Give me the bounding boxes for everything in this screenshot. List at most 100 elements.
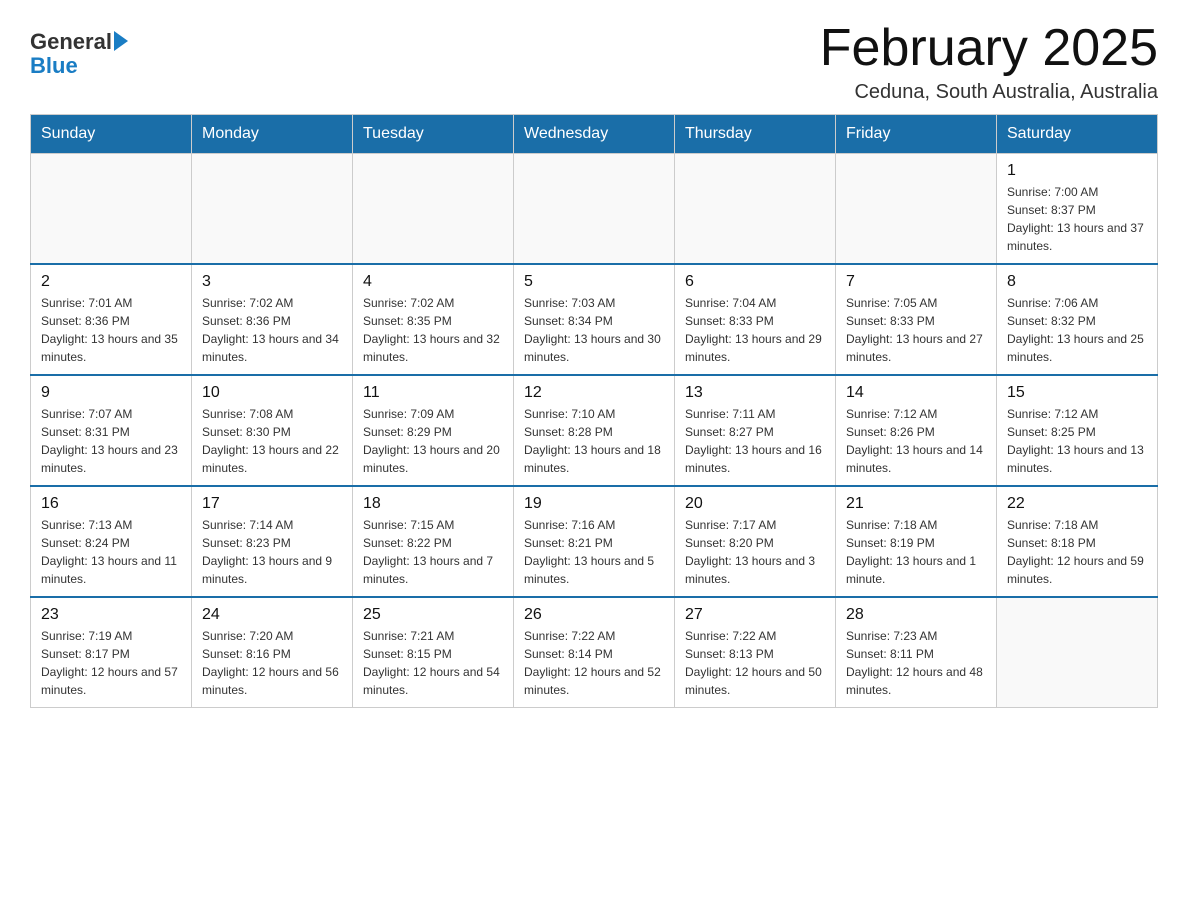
- day-cell: 4 Sunrise: 7:02 AMSunset: 8:35 PMDaylight…: [353, 264, 514, 375]
- day-info: Sunrise: 7:20 AMSunset: 8:16 PMDaylight:…: [202, 627, 342, 699]
- day-info: Sunrise: 7:00 AMSunset: 8:37 PMDaylight:…: [1007, 183, 1147, 255]
- calendar-title: February 2025: [820, 20, 1158, 77]
- day-cell: [997, 597, 1158, 708]
- header-wednesday: Wednesday: [514, 115, 675, 154]
- day-cell: 9Sunrise: 7:07 AMSunset: 8:31 PMDaylight…: [31, 375, 192, 486]
- day-cell: 17Sunrise: 7:14 AMSunset: 8:23 PMDayligh…: [192, 486, 353, 597]
- day-number: 6: [685, 273, 825, 291]
- day-cell: 22 Sunrise: 7:18 AMSunset: 8:18 PMDayligh…: [997, 486, 1158, 597]
- day-number: 2: [41, 273, 181, 291]
- day-number: 11: [363, 384, 503, 402]
- day-info: Sunrise: 7:12 AMSunset: 8:25 PMDaylight:…: [1007, 405, 1147, 477]
- day-number: 19: [524, 495, 664, 513]
- day-number: 24: [202, 606, 342, 624]
- day-cell: 16 Sunrise: 7:13 AMSunset: 8:24 PMDayligh…: [31, 486, 192, 597]
- day-number: 26: [524, 606, 664, 624]
- day-info: Sunrise: 7:15 AMSunset: 8:22 PMDaylight:…: [363, 516, 503, 588]
- day-cell: [192, 154, 353, 265]
- day-info: Sunrise: 7:22 AMSunset: 8:13 PMDaylight:…: [685, 627, 825, 699]
- day-number: 21: [846, 495, 986, 513]
- day-cell: 13 Sunrise: 7:11 AMSunset: 8:27 PMDayligh…: [675, 375, 836, 486]
- page-header: General Blue February 2025 Ceduna, South…: [30, 20, 1158, 104]
- day-info: Sunrise: 7:16 AMSunset: 8:21 PMDaylight:…: [524, 516, 664, 588]
- week-row-1: 1Sunrise: 7:00 AMSunset: 8:37 PMDaylight…: [31, 154, 1158, 265]
- day-cell: 24 Sunrise: 7:20 AMSunset: 8:16 PMDayligh…: [192, 597, 353, 708]
- logo-text-blue: Blue: [30, 53, 78, 78]
- header-saturday: Saturday: [997, 115, 1158, 154]
- week-row-5: 23 Sunrise: 7:19 AMSunset: 8:17 PMDayligh…: [31, 597, 1158, 708]
- day-info: Sunrise: 7:17 AMSunset: 8:20 PMDaylight:…: [685, 516, 825, 588]
- day-info: Sunrise: 7:09 AMSunset: 8:29 PMDaylight:…: [363, 405, 503, 477]
- header-friday: Friday: [836, 115, 997, 154]
- day-cell: 7Sunrise: 7:05 AMSunset: 8:33 PMDaylight…: [836, 264, 997, 375]
- day-cell: 15 Sunrise: 7:12 AMSunset: 8:25 PMDayligh…: [997, 375, 1158, 486]
- day-info: Sunrise: 7:18 AMSunset: 8:19 PMDaylight:…: [846, 516, 986, 588]
- day-cell: [31, 154, 192, 265]
- day-number: 16: [41, 495, 181, 513]
- day-number: 4: [363, 273, 503, 291]
- day-info: Sunrise: 7:02 AMSunset: 8:35 PMDaylight:…: [363, 294, 503, 366]
- day-cell: [675, 154, 836, 265]
- day-cell: 12 Sunrise: 7:10 AMSunset: 8:28 PMDayligh…: [514, 375, 675, 486]
- day-info: Sunrise: 7:22 AMSunset: 8:14 PMDaylight:…: [524, 627, 664, 699]
- header-thursday: Thursday: [675, 115, 836, 154]
- day-info: Sunrise: 7:21 AMSunset: 8:15 PMDaylight:…: [363, 627, 503, 699]
- day-cell: 3 Sunrise: 7:02 AMSunset: 8:36 PMDaylight…: [192, 264, 353, 375]
- day-number: 14: [846, 384, 986, 402]
- day-number: 25: [363, 606, 503, 624]
- day-number: 20: [685, 495, 825, 513]
- day-info: Sunrise: 7:02 AMSunset: 8:36 PMDaylight:…: [202, 294, 342, 366]
- header-monday: Monday: [192, 115, 353, 154]
- calendar-table: SundayMondayTuesdayWednesdayThursdayFrid…: [30, 114, 1158, 708]
- day-cell: 20 Sunrise: 7:17 AMSunset: 8:20 PMDayligh…: [675, 486, 836, 597]
- day-number: 18: [363, 495, 503, 513]
- week-row-4: 16 Sunrise: 7:13 AMSunset: 8:24 PMDayligh…: [31, 486, 1158, 597]
- day-info: Sunrise: 7:07 AMSunset: 8:31 PMDaylight:…: [41, 405, 181, 477]
- week-row-2: 2 Sunrise: 7:01 AMSunset: 8:36 PMDaylight…: [31, 264, 1158, 375]
- day-number: 10: [202, 384, 342, 402]
- day-cell: 25 Sunrise: 7:21 AMSunset: 8:15 PMDayligh…: [353, 597, 514, 708]
- header-tuesday: Tuesday: [353, 115, 514, 154]
- day-number: 22: [1007, 495, 1147, 513]
- day-cell: 26 Sunrise: 7:22 AMSunset: 8:14 PMDayligh…: [514, 597, 675, 708]
- day-info: Sunrise: 7:10 AMSunset: 8:28 PMDaylight:…: [524, 405, 664, 477]
- logo: General Blue: [30, 30, 128, 78]
- day-cell: 11 Sunrise: 7:09 AMSunset: 8:29 PMDayligh…: [353, 375, 514, 486]
- day-number: 13: [685, 384, 825, 402]
- day-number: 27: [685, 606, 825, 624]
- day-cell: 8Sunrise: 7:06 AMSunset: 8:32 PMDaylight…: [997, 264, 1158, 375]
- day-info: Sunrise: 7:18 AMSunset: 8:18 PMDaylight:…: [1007, 516, 1147, 588]
- day-cell: [514, 154, 675, 265]
- day-info: Sunrise: 7:01 AMSunset: 8:36 PMDaylight:…: [41, 294, 181, 366]
- day-number: 28: [846, 606, 986, 624]
- logo-arrow-icon: [114, 31, 128, 51]
- day-info: Sunrise: 7:19 AMSunset: 8:17 PMDaylight:…: [41, 627, 181, 699]
- day-number: 3: [202, 273, 342, 291]
- day-cell: [836, 154, 997, 265]
- day-info: Sunrise: 7:06 AMSunset: 8:32 PMDaylight:…: [1007, 294, 1147, 366]
- title-area: February 2025 Ceduna, South Australia, A…: [820, 20, 1158, 104]
- day-cell: 27 Sunrise: 7:22 AMSunset: 8:13 PMDayligh…: [675, 597, 836, 708]
- day-cell: 6 Sunrise: 7:04 AMSunset: 8:33 PMDaylight…: [675, 264, 836, 375]
- day-info: Sunrise: 7:23 AMSunset: 8:11 PMDaylight:…: [846, 627, 986, 699]
- day-info: Sunrise: 7:11 AMSunset: 8:27 PMDaylight:…: [685, 405, 825, 477]
- calendar-subtitle: Ceduna, South Australia, Australia: [820, 81, 1158, 104]
- week-row-3: 9Sunrise: 7:07 AMSunset: 8:31 PMDaylight…: [31, 375, 1158, 486]
- day-info: Sunrise: 7:04 AMSunset: 8:33 PMDaylight:…: [685, 294, 825, 366]
- header-sunday: Sunday: [31, 115, 192, 154]
- day-cell: 10Sunrise: 7:08 AMSunset: 8:30 PMDayligh…: [192, 375, 353, 486]
- day-cell: 2 Sunrise: 7:01 AMSunset: 8:36 PMDaylight…: [31, 264, 192, 375]
- day-info: Sunrise: 7:13 AMSunset: 8:24 PMDaylight:…: [41, 516, 181, 588]
- day-number: 12: [524, 384, 664, 402]
- day-cell: 28 Sunrise: 7:23 AMSunset: 8:11 PMDayligh…: [836, 597, 997, 708]
- day-number: 23: [41, 606, 181, 624]
- day-cell: [353, 154, 514, 265]
- day-cell: 5Sunrise: 7:03 AMSunset: 8:34 PMDaylight…: [514, 264, 675, 375]
- day-cell: 1Sunrise: 7:00 AMSunset: 8:37 PMDaylight…: [997, 154, 1158, 265]
- day-number: 15: [1007, 384, 1147, 402]
- day-cell: 14Sunrise: 7:12 AMSunset: 8:26 PMDayligh…: [836, 375, 997, 486]
- day-number: 5: [524, 273, 664, 291]
- day-cell: 21 Sunrise: 7:18 AMSunset: 8:19 PMDayligh…: [836, 486, 997, 597]
- day-number: 7: [846, 273, 986, 291]
- day-number: 17: [202, 495, 342, 513]
